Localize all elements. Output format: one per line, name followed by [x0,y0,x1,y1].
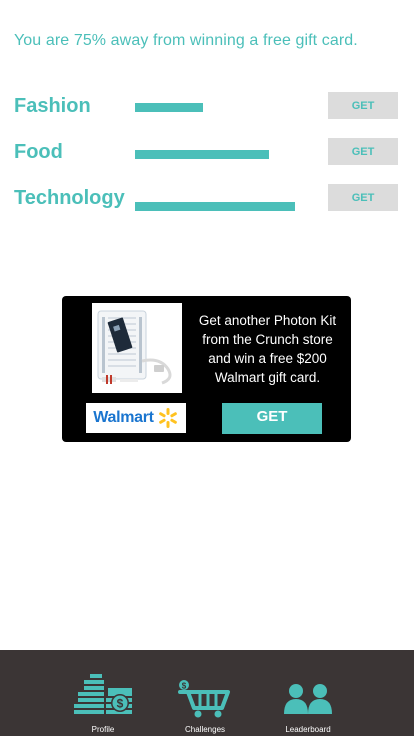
tab-leaderboard[interactable]: Leaderboard [258,650,358,736]
progress-bar [135,202,295,211]
bottom-tab-bar: $ Profile $ Challenges Leaderboard [0,650,414,736]
progress-bar [135,150,270,159]
profile-money-icon: $ [74,674,132,714]
get-button-technology[interactable]: GET [328,184,398,211]
cart-icon: $ [178,680,230,718]
progress-track [135,202,305,211]
promo-text: Get another Photon Kit from the Crunch s… [198,313,337,385]
category-label: Technology [14,187,125,209]
walmart-spark-icon [158,408,177,428]
tab-challenges[interactable]: $ Challenges [155,650,255,736]
tab-label: Leaderboard [285,725,331,734]
category-label: Food [14,141,63,163]
tab-profile[interactable]: $ Profile [53,650,153,736]
svg-text:$: $ [117,697,124,711]
get-button-food[interactable]: GET [328,138,398,165]
svg-text:$: $ [182,682,187,691]
category-label: Fashion [14,95,91,117]
promo-get-button[interactable]: GET [222,403,322,434]
category-row-food: Food GET [14,138,398,166]
category-row-technology: Technology GET [14,184,398,212]
category-row-fashion: Fashion GET [14,92,398,120]
tab-label: Challenges [184,725,226,734]
walmart-wordmark: Walmart [93,409,154,426]
promo-card: Get another Photon Kit from the Crunch s… [62,296,351,442]
progress-track [135,103,305,112]
walmart-logo: Walmart [86,403,186,433]
progress-headline: You are 75% away from winning a free gif… [14,32,358,49]
progress-track [135,150,305,159]
tab-label: Profile [91,725,115,734]
people-icon [284,684,332,714]
progress-bar [135,103,203,112]
get-button-fashion[interactable]: GET [328,92,398,119]
photon-kit-image [92,303,182,393]
